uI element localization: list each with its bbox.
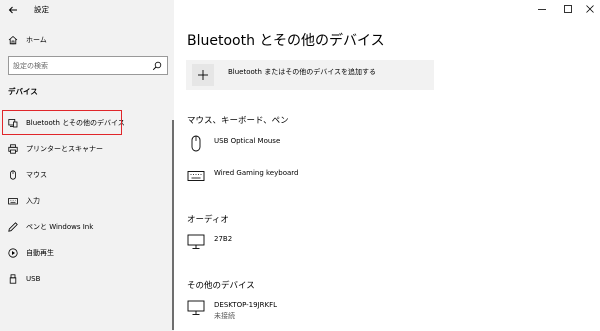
sidebar-item-printers[interactable]: プリンターとスキャナー [0, 138, 174, 160]
keyboard-icon [8, 196, 18, 206]
sidebar-item-label: USB [26, 275, 41, 283]
sidebar-item-label: プリンターとスキャナー [26, 145, 103, 153]
sidebar-item-label: ペンと Windows Ink [26, 223, 94, 231]
group-title-audio: オーディオ [187, 215, 229, 225]
computer-icon [187, 299, 205, 317]
window-title: 設定 [34, 5, 49, 14]
mouse-icon [8, 170, 18, 180]
back-arrow-icon [8, 6, 17, 14]
sidebar-item-label: 自動再生 [26, 249, 54, 257]
search-input[interactable] [13, 60, 149, 72]
sidebar-item-autoplay[interactable]: 自動再生 [0, 242, 174, 264]
monitor-icon [187, 233, 205, 251]
sidebar-item-label: マウス [26, 171, 47, 179]
sidebar-item-label: 入力 [26, 197, 40, 205]
device-name: DESKTOP-19JRKFL [214, 301, 278, 309]
sidebar-item-pen[interactable]: ペンと Windows Ink [0, 216, 174, 238]
device-name: USB Optical Mouse [214, 137, 281, 145]
autoplay-icon [8, 248, 18, 258]
usb-icon [8, 274, 18, 284]
sidebar-item-input[interactable]: 入力 [0, 190, 174, 212]
keyboard-icon [187, 167, 205, 185]
add-device-label: Bluetooth またはその他のデバイスを追加する [228, 68, 376, 76]
printer-icon [8, 144, 18, 154]
add-device-button[interactable]: Bluetooth またはその他のデバイスを追加する [186, 60, 434, 90]
device-item[interactable]: 27B2 [187, 233, 387, 257]
device-item[interactable]: Wired Gaming keyboard [187, 167, 387, 191]
device-item[interactable]: USB Optical Mouse [187, 135, 387, 159]
sidebar-item-usb[interactable]: USB [0, 268, 174, 290]
device-name: 27B2 [214, 235, 233, 243]
page-title: Bluetooth とその他のデバイス [187, 33, 385, 49]
mouse-icon [187, 135, 205, 153]
group-title-input-devices: マウス、キーボード、ペン [187, 116, 289, 126]
home-icon [8, 35, 18, 45]
sidebar-section-title: デバイス [8, 87, 38, 96]
pen-icon [8, 222, 18, 232]
device-status: 未接続 [214, 312, 235, 320]
plus-icon [192, 64, 214, 86]
sidebar-item-label: ホーム [26, 36, 47, 44]
back-button[interactable] [6, 3, 20, 17]
sidebar-item-home[interactable]: ホーム [0, 29, 174, 51]
device-name: Wired Gaming keyboard [214, 169, 299, 177]
selected-item-highlight [2, 110, 122, 135]
content-area: Bluetooth とその他のデバイス Bluetooth またはその他のデバイ… [174, 0, 600, 331]
search-box[interactable] [8, 56, 168, 75]
group-title-other-devices: その他のデバイス [187, 281, 255, 291]
device-item[interactable]: DESKTOP-19JRKFL 未接続 [187, 299, 387, 323]
search-icon [152, 61, 162, 71]
sidebar-item-mouse[interactable]: マウス [0, 164, 174, 186]
